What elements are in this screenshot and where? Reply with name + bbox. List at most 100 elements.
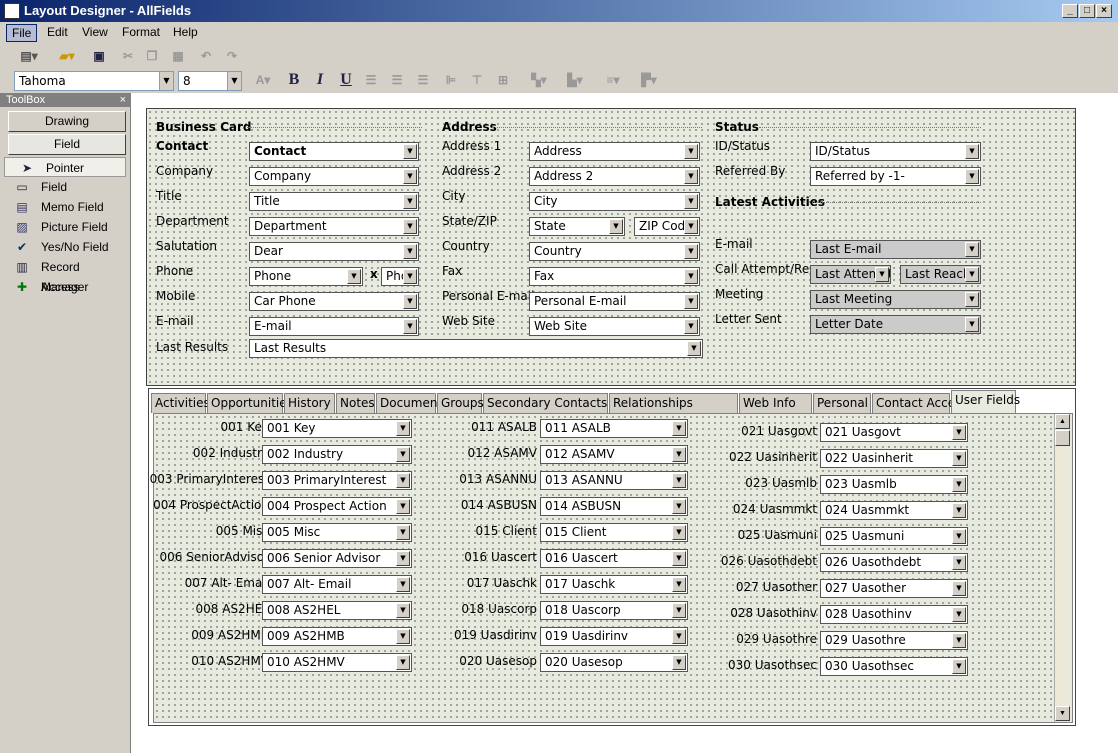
phone-field[interactable]: Phone ▼: [249, 267, 363, 286]
field-address-2[interactable]: Address 2 ▼: [529, 167, 700, 186]
last-reach-field[interactable]: Last Reach ▼: [900, 265, 981, 284]
align-tops-icon[interactable]: ⊤: [468, 70, 486, 90]
user-field-002[interactable]: 002 Industry ▼: [262, 445, 412, 464]
tab-activities[interactable]: Activities: [151, 393, 210, 413]
user-field-003[interactable]: 003 PrimaryInterest ▼: [262, 471, 412, 490]
user-field-008[interactable]: 008 AS2HEL ▼: [262, 601, 412, 620]
user-field-010[interactable]: 010 AS2HMV ▼: [262, 653, 412, 672]
field-title[interactable]: Title ▼: [249, 192, 419, 211]
field-id-status[interactable]: ID/Status ▼: [810, 142, 981, 161]
tab-user-fields[interactable]: User Fields: [951, 390, 1020, 413]
menu-help[interactable]: Help: [168, 24, 203, 42]
tab-opportunities[interactable]: Opportunities: [207, 393, 293, 413]
user-field-007[interactable]: 007 Alt- Email ▼: [262, 575, 412, 594]
tool-pointer[interactable]: ➤ Pointer: [4, 157, 126, 177]
field-referred-by[interactable]: Referred by -1- ▼: [810, 167, 981, 186]
menu-view[interactable]: View: [77, 24, 113, 42]
tab-notes[interactable]: Notes: [336, 393, 375, 413]
font-size-select[interactable]: 8 ▼: [178, 71, 242, 91]
toolbox-tab-drawing[interactable]: Drawing: [8, 111, 126, 132]
phone-ext-field[interactable]: Pho ▼: [381, 267, 419, 286]
tool-field[interactable]: ▭ Field: [0, 177, 130, 197]
tab-groups[interactable]: Groups: [437, 393, 484, 413]
user-field-030[interactable]: 030 Uasothsec ▼: [820, 657, 968, 676]
tab-web-info[interactable]: Web Info: [739, 393, 812, 413]
user-field-026[interactable]: 026 Uasothdebt ▼: [820, 553, 968, 572]
field-fax[interactable]: Fax ▼: [529, 267, 700, 286]
field-e-mail[interactable]: E-mail ▼: [249, 317, 419, 336]
save-icon[interactable]: ▣: [88, 46, 110, 66]
user-field-022[interactable]: 022 Uasinherit ▼: [820, 449, 968, 468]
scroll-down-icon[interactable]: ▼: [1055, 706, 1070, 721]
cut-icon[interactable]: ✂: [118, 46, 138, 66]
user-field-023[interactable]: 023 Uasmlb ▼: [820, 475, 968, 494]
user-field-017[interactable]: 017 Uaschk ▼: [540, 575, 688, 594]
bold-button[interactable]: B: [284, 70, 304, 90]
redo-icon[interactable]: ↷: [222, 46, 242, 66]
field-salutation[interactable]: Dear ▼: [249, 242, 419, 261]
user-field-006[interactable]: 006 Senior Advisor ▼: [262, 549, 412, 568]
menu-format[interactable]: Format: [117, 24, 165, 42]
user-field-016[interactable]: 016 Uascert ▼: [540, 549, 688, 568]
user-field-027[interactable]: 027 Uasother ▼: [820, 579, 968, 598]
fill-icon[interactable]: ▛▾: [634, 70, 664, 90]
underline-button[interactable]: U: [336, 70, 356, 90]
copy-icon[interactable]: ❐: [142, 46, 162, 66]
align-right-icon[interactable]: ☰: [414, 70, 432, 90]
tab-documents[interactable]: Documents: [376, 393, 448, 413]
tool-yes-no-field[interactable]: ✔ Yes/No Field: [0, 237, 130, 257]
field-address-1[interactable]: Address ▼: [529, 142, 700, 161]
scroll-up-icon[interactable]: ▲: [1055, 414, 1070, 429]
tab-secondary-contacts[interactable]: Secondary Contacts: [483, 393, 608, 413]
align-center-icon[interactable]: ☰: [388, 70, 406, 90]
order-icon[interactable]: ▙▾: [560, 70, 590, 90]
user-field-025[interactable]: 025 Uasmuni ▼: [820, 527, 968, 546]
user-field-013[interactable]: 013 ASANNU ▼: [540, 471, 688, 490]
field-country[interactable]: Country ▼: [529, 242, 700, 261]
user-field-009[interactable]: 009 AS2HMB ▼: [262, 627, 412, 646]
new-icon[interactable]: ▤▾: [14, 46, 44, 66]
user-field-015[interactable]: 015 Client ▼: [540, 523, 688, 542]
align-lefts-icon[interactable]: ⊫: [442, 70, 460, 90]
zip-field[interactable]: ZIP Code ▼: [634, 217, 700, 236]
field-department[interactable]: Department ▼: [249, 217, 419, 236]
close-button[interactable]: ×: [1096, 4, 1112, 18]
user-field-012[interactable]: 012 ASAMV ▼: [540, 445, 688, 464]
field-activity-3[interactable]: Letter Date ▼: [810, 315, 981, 334]
tool-memo-field[interactable]: ▤ Memo Field: [0, 197, 130, 217]
field-contact[interactable]: Contact ▼: [249, 142, 419, 161]
toolbox-tab-field[interactable]: Field: [8, 134, 126, 155]
tool-record-manager[interactable]: ▥ Record Manager: [0, 257, 130, 294]
user-field-024[interactable]: 024 Uasmmkt ▼: [820, 501, 968, 520]
user-field-019[interactable]: 019 Uasdirinv ▼: [540, 627, 688, 646]
field-personal-e-mail[interactable]: Personal E-mail ▼: [529, 292, 700, 311]
vertical-scrollbar[interactable]: ▲ ▼: [1054, 414, 1070, 722]
menu-edit[interactable]: Edit: [42, 24, 73, 42]
user-field-011[interactable]: 011 ASALB ▼: [540, 419, 688, 438]
paste-icon[interactable]: ▦: [168, 46, 188, 66]
state-field[interactable]: State ▼: [529, 217, 625, 236]
align-middles-icon[interactable]: ⊞: [494, 70, 512, 90]
user-field-004[interactable]: 004 Prospect Action ▼: [262, 497, 412, 516]
user-field-021[interactable]: 021 Uasgovt ▼: [820, 423, 968, 442]
open-icon[interactable]: ▰▾: [52, 46, 82, 66]
field-mobile[interactable]: Car Phone ▼: [249, 292, 419, 311]
last-results-field[interactable]: Last Results ▼: [249, 339, 703, 358]
user-field-005[interactable]: 005 Misc ▼: [262, 523, 412, 542]
scroll-thumb[interactable]: [1055, 430, 1070, 446]
group-icon[interactable]: ▚▾: [524, 70, 554, 90]
font-color-icon[interactable]: A▾: [248, 70, 278, 90]
toolbox-close-icon[interactable]: ×: [120, 93, 126, 107]
user-field-001[interactable]: 001 Key ▼: [262, 419, 412, 438]
font-name-select[interactable]: Tahoma ▼: [14, 71, 174, 91]
undo-icon[interactable]: ↶: [196, 46, 216, 66]
tab-history[interactable]: History: [284, 393, 335, 413]
tab-personal-info[interactable]: Personal Info: [813, 393, 895, 413]
user-field-014[interactable]: 014 ASBUSN ▼: [540, 497, 688, 516]
tab-contact-access[interactable]: Contact Access: [872, 393, 968, 413]
align-left-icon[interactable]: ☰: [362, 70, 380, 90]
field-activity-0[interactable]: Last E-mail ▼: [810, 240, 981, 259]
field-city[interactable]: City ▼: [529, 192, 700, 211]
user-field-020[interactable]: 020 Uasesop ▼: [540, 653, 688, 672]
user-field-028[interactable]: 028 Uasothinv ▼: [820, 605, 968, 624]
